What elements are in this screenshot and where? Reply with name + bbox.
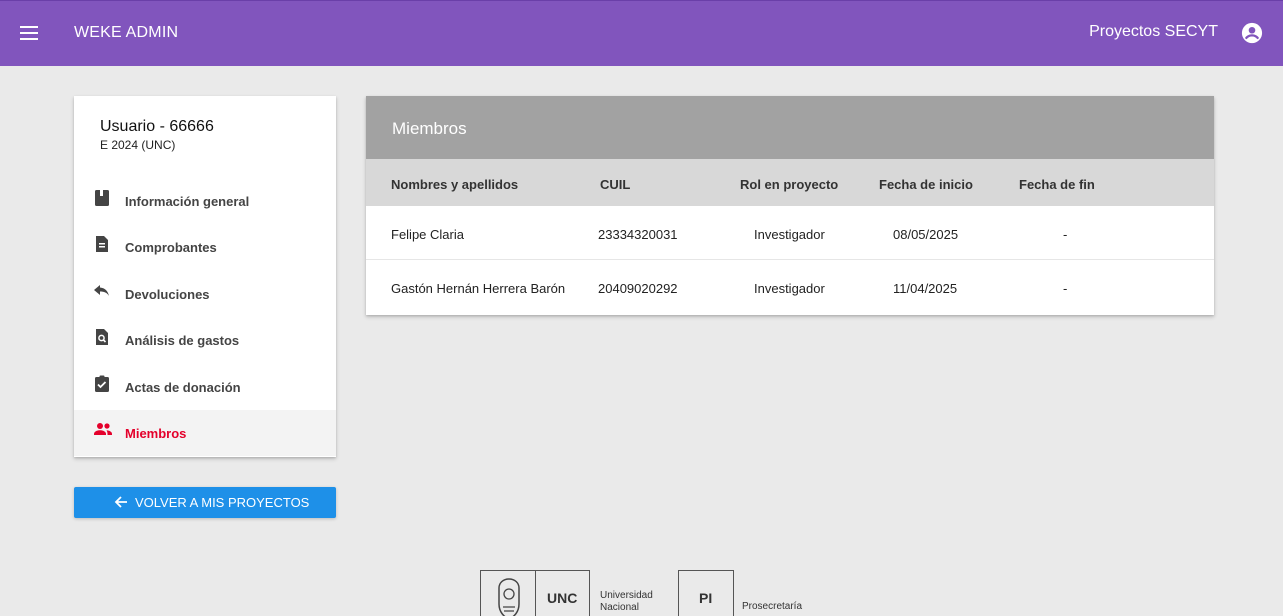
unc-subtitle-line2: Nacional: [600, 602, 639, 613]
sidebar-item-informacion-general[interactable]: Información general: [74, 178, 336, 224]
people-icon: [93, 421, 112, 439]
clipboard-check-icon: [93, 375, 111, 393]
column-header-nombre: Nombres y apellidos: [391, 177, 519, 192]
unc-label: UNC: [547, 590, 578, 606]
account-circle-icon[interactable]: [1241, 22, 1263, 44]
column-header-cuil: CUIL: [600, 177, 631, 192]
project-section-link[interactable]: Proyectos SECYT: [1089, 23, 1218, 41]
sidebar-item-label: Miembros: [125, 426, 187, 441]
member-cuil: 20409020292: [598, 281, 678, 296]
unc-logo: UNC: [480, 570, 590, 616]
members-header: Miembros: [366, 96, 1214, 159]
user-subtitle: E 2024 (UNC): [100, 138, 176, 152]
sidebar-item-actas-donacion[interactable]: Actas de donación: [74, 364, 336, 410]
column-header-fecha-inicio: Fecha de inicio: [879, 177, 973, 192]
sidebar-item-label: Actas de donación: [125, 380, 241, 395]
sidebar-item-label: Devoluciones: [125, 287, 210, 302]
unc-crest-icon: [491, 577, 527, 616]
sidebar-item-comprobantes[interactable]: Comprobantes: [74, 224, 336, 270]
pi-label: PI: [699, 590, 713, 606]
member-role: Investigador: [754, 227, 825, 242]
search-document-icon: [93, 328, 111, 346]
member-name: Gastón Hernán Herrera Barón: [391, 281, 566, 296]
menu-icon[interactable]: [20, 24, 40, 42]
pi-subtitle: Prosecretaría: [742, 601, 803, 612]
book-icon: [93, 189, 111, 207]
project-sidebar: Usuario - 66666 E 2024 (UNC) Información…: [74, 96, 336, 457]
column-header-rol: Rol en proyecto: [740, 177, 839, 192]
column-header-fecha-fin: Fecha de fin: [1019, 177, 1095, 192]
member-end-date: -: [1063, 227, 1068, 242]
sidebar-item-label: Análisis de gastos: [125, 333, 240, 348]
top-app-bar: WEKE ADMIN Proyectos SECYT: [0, 0, 1283, 66]
member-start-date: 11/04/2025: [893, 281, 958, 296]
members-card: Miembros Nombres y apellidos CUIL Rol en…: [366, 96, 1214, 315]
member-cuil: 23334320031: [598, 227, 678, 242]
document-icon: [93, 235, 111, 253]
unc-subtitle-line1: Universidad: [600, 590, 653, 601]
back-button-label: VOLVER A MIS PROYECTOS: [135, 495, 310, 510]
arrow-left-icon: [114, 495, 128, 509]
back-to-projects-button[interactable]: VOLVER A MIS PROYECTOS: [74, 487, 336, 518]
table-row: Gastón Hernán Herrera Barón 20409020292 …: [366, 260, 1214, 314]
sidebar-item-label: Comprobantes: [125, 240, 217, 255]
sidebar-item-analisis-gastos[interactable]: Análisis de gastos: [74, 317, 336, 363]
pi-logo: PI: [678, 570, 734, 616]
table-row: Felipe Claria 23334320031 Investigador 0…: [366, 206, 1214, 260]
sidebar-item-devoluciones[interactable]: Devoluciones: [74, 271, 336, 317]
member-end-date: -: [1063, 281, 1068, 296]
member-name: Felipe Claria: [391, 227, 464, 242]
app-title: WEKE ADMIN: [74, 24, 179, 41]
sidebar-item-label: Información general: [125, 194, 250, 209]
members-table-header: Nombres y apellidos CUIL Rol en proyecto…: [366, 159, 1214, 206]
member-role: Investigador: [754, 281, 825, 296]
reply-icon: [93, 282, 111, 300]
user-name: Usuario - 66666: [100, 118, 214, 135]
sidebar-item-miembros[interactable]: Miembros: [74, 410, 336, 456]
members-title: Miembros: [392, 119, 467, 138]
member-start-date: 08/05/2025: [893, 227, 959, 242]
